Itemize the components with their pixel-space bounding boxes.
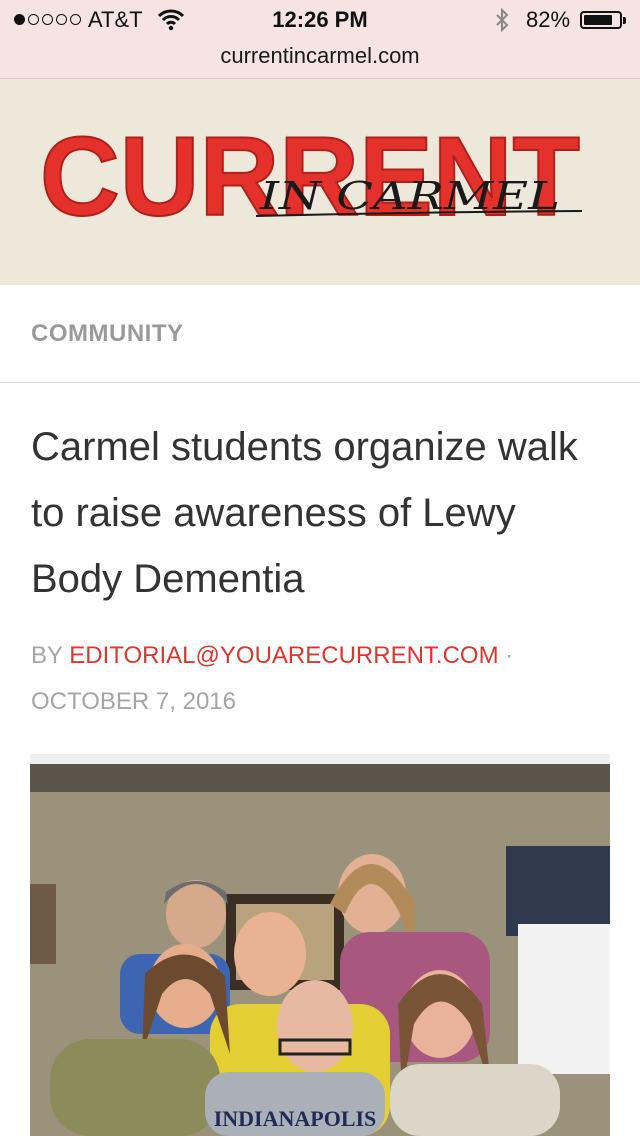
author-link[interactable]: EDITORIAL@YOUARECURRENT.COM [69,642,498,669]
browser-top-bar: AT&T 12:26 PM 82% currentincarmel.com [0,0,640,79]
site-logo[interactable]: CURRENT IN CARMEL [38,113,588,240]
site-masthead: CURRENT IN CARMEL [0,79,640,285]
svg-text:INDIANAPOLIS: INDIANAPOLIS [214,1106,377,1131]
status-bar: AT&T 12:26 PM 82% [0,0,640,40]
article-byline: BY EDITORIAL@YOUARECURRENT.COM · [31,641,621,671]
article-photo[interactable]: INDIANAPOLIS [30,754,610,1136]
address-bar-url[interactable]: currentincarmel.com [0,43,640,69]
byline-separator: · [505,642,514,669]
category-bar: COMMUNITY [0,286,640,383]
category-link[interactable]: COMMUNITY [31,320,183,348]
byline-prefix: BY [31,642,63,669]
bluetooth-icon [494,7,510,37]
battery-percent: 82% [526,7,571,32]
battery-icon [580,11,626,29]
article-headline: Carmel students organize walk to raise a… [31,425,578,601]
article-date: OCTOBER 7, 2016 [31,688,236,715]
